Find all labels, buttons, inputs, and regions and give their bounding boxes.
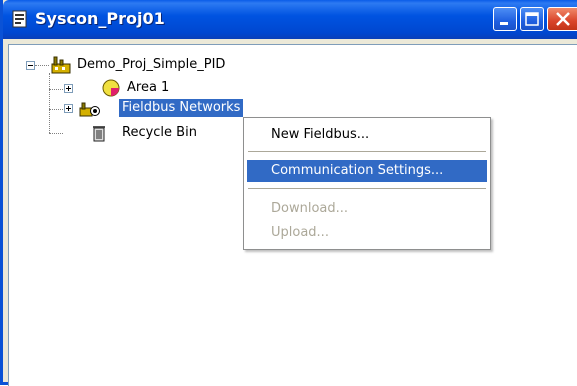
tree-node-label: Area 1 [127,80,170,95]
close-button[interactable] [547,7,577,31]
menu-item-communication-settings[interactable]: Communication Settings... [247,160,487,182]
menu-separator [248,188,486,189]
minimize-icon [500,22,508,25]
tree-connector [49,109,63,110]
context-menu: New Fieldbus... Communication Settings..… [243,117,491,250]
project-plant-icon [51,56,71,74]
tree-connector [49,133,63,134]
title-bar[interactable]: Syscon_Proj01 [3,0,577,39]
tree-node-recycle-bin[interactable]: Recycle Bin [119,123,200,143]
tree-node-label: Demo_Proj_Simple_PID [77,57,226,72]
menu-item-download[interactable]: Download... [247,198,487,220]
tree-node-label: Fieldbus Networks [119,99,244,117]
tree-connector [35,65,49,66]
collapse-toggle-root[interactable] [26,61,35,70]
window-title: Syscon_Proj01 [35,9,165,28]
expand-toggle-area[interactable] [64,84,73,93]
tree-connector [49,73,50,133]
recycle-bin-icon [93,126,105,142]
tree-node-area-1[interactable]: Area 1 [124,78,172,98]
menu-item-upload[interactable]: Upload... [247,222,487,244]
maximize-icon [525,12,539,26]
tree-connector [49,89,63,90]
menu-separator [248,151,486,152]
tree-node-fieldbus-networks[interactable]: Fieldbus Networks [119,98,244,118]
project-icon [12,10,27,28]
maximize-button[interactable] [520,7,544,31]
menu-item-new-fieldbus[interactable]: New Fieldbus... [247,124,487,146]
fieldbus-network-icon [79,102,100,117]
minimize-button[interactable] [493,7,517,31]
expand-toggle-fieldbus[interactable] [64,104,73,113]
area-icon [102,79,120,97]
tree-node-label: Recycle Bin [122,125,197,140]
tree-node-root[interactable]: Demo_Proj_Simple_PID [74,55,228,75]
close-icon [556,12,570,26]
